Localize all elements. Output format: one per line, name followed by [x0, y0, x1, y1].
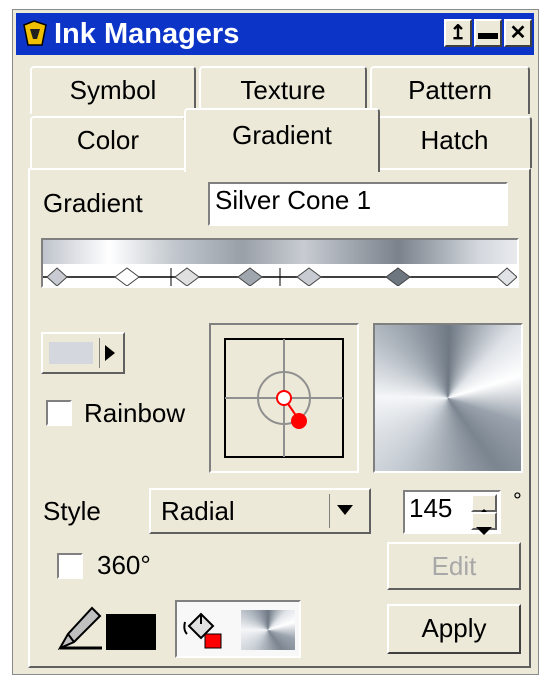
apply-button[interactable]: Apply — [387, 604, 521, 654]
title-bar[interactable]: Ink Managers ↥ ▬ ✕ — [16, 13, 534, 55]
paint-bucket-icon — [183, 612, 222, 649]
gradient-direction-handle[interactable] — [291, 413, 307, 429]
edit-button[interactable]: Edit — [387, 542, 521, 590]
gradient-editor[interactable] — [41, 238, 519, 288]
style-dropdown[interactable]: Radial — [149, 488, 371, 534]
gradient-center-editor[interactable] — [209, 323, 359, 473]
tab-texture[interactable]: Texture — [199, 66, 367, 114]
degree-unit: ° — [513, 488, 522, 513]
gradient-center-handle[interactable] — [276, 390, 292, 406]
360-label: 360° — [97, 550, 151, 580]
style-value: Radial — [161, 496, 235, 526]
restore-button[interactable]: ↥ — [444, 19, 472, 47]
tab-hatch[interactable]: Hatch — [377, 116, 532, 168]
angle-value: 145 — [409, 493, 453, 523]
chevron-down-icon — [337, 505, 353, 515]
rainbow-checkbox[interactable] — [46, 400, 72, 426]
tab-pattern[interactable]: Pattern — [370, 66, 530, 114]
fill-gradient-thumbnail — [241, 610, 295, 650]
stop-color-dropdown[interactable] — [41, 332, 125, 374]
gradient-label: Gradient — [43, 188, 143, 218]
angle-up-button[interactable] — [471, 494, 497, 517]
tab-gradient[interactable]: Gradient — [184, 108, 380, 172]
spin-down-icon — [476, 527, 492, 535]
gradient-name-field[interactable]: Silver Cone 1 — [208, 182, 508, 226]
pen-icon[interactable] — [58, 604, 102, 650]
close-button[interactable]: ✕ — [504, 19, 532, 47]
rainbow-label: Rainbow — [84, 398, 186, 428]
arrow-right-icon — [105, 345, 115, 361]
minimize-button[interactable]: ▬ — [474, 19, 502, 47]
tab-symbol[interactable]: Symbol — [30, 66, 196, 114]
angle-down-button[interactable] — [471, 512, 497, 535]
ink-managers-window: Ink Managers ↥ ▬ ✕ Symbol Texture Patter… — [12, 9, 539, 675]
gradient-stops[interactable] — [43, 240, 517, 286]
pen-color-swatch[interactable] — [106, 614, 156, 650]
tab-color[interactable]: Color — [30, 116, 186, 168]
stop-color-swatch — [49, 342, 93, 364]
window-title: Ink Managers — [54, 18, 240, 50]
360-checkbox[interactable] — [57, 553, 83, 579]
gradient-preview — [373, 323, 523, 473]
fill-swatch-button[interactable] — [175, 600, 301, 658]
style-label: Style — [43, 496, 101, 526]
ink-managers-app-icon — [23, 20, 47, 46]
